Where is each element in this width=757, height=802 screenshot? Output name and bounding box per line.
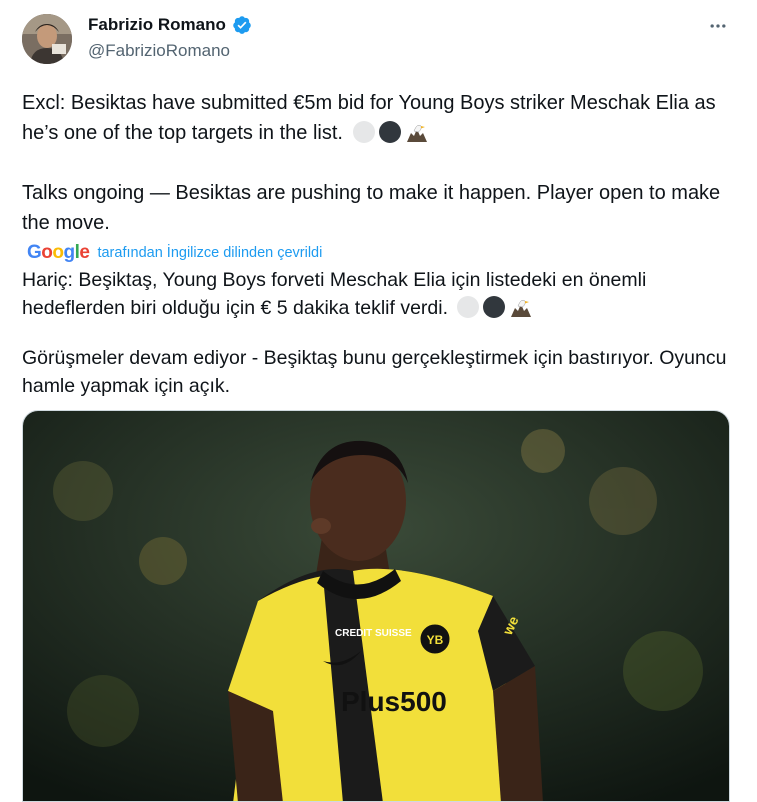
translated-text-line1: Hariç: Beşiktaş, Young Boys forveti Mesc… [22, 266, 737, 326]
emoji-group-translated [457, 296, 533, 326]
white-circle-icon [457, 296, 480, 318]
tweet-text-line2: Talks ongoing — Besiktas are pushing to … [22, 182, 721, 234]
author-avatar[interactable] [22, 14, 72, 64]
author-name-row: Fabrizio Romano [88, 15, 252, 35]
player-photo: YB CREDIT SUISSE Plus500 we [23, 411, 729, 801]
tweet-media-image[interactable]: YB CREDIT SUISSE Plus500 we [22, 410, 730, 802]
badge-text: YB [427, 633, 444, 647]
eagle-icon [511, 299, 532, 317]
author-name[interactable]: Fabrizio Romano [88, 15, 226, 35]
verified-badge-icon [233, 16, 251, 34]
black-circle-icon [378, 121, 401, 143]
translated-text-1: Hariç: Beşiktaş, Young Boys forveti Mesc… [22, 269, 647, 319]
google-logo: Google [27, 242, 90, 263]
author-handle[interactable]: @FabrizioRomano [88, 41, 230, 61]
more-options-button[interactable] [700, 12, 736, 40]
avatar-photo-icon [22, 14, 72, 64]
more-options-icon [710, 24, 726, 28]
eagle-icon [406, 124, 427, 142]
emoji-group [352, 121, 429, 152]
black-circle-icon [483, 296, 506, 318]
tweet-text-line1: Excl: Besiktas have submitted €5m bid fo… [22, 88, 737, 152]
translation-attribution[interactable]: Google tarafından İngilizce dilinden çev… [27, 242, 322, 264]
translation-attribution-text[interactable]: tarafından İngilizce dilinden çevrildi [97, 245, 322, 261]
translated-text-line2: Görüşmeler devam ediyor - Beşiktaş bunu … [22, 347, 727, 397]
white-circle-icon [352, 121, 375, 143]
chest-sponsor: CREDIT SUISSE [335, 628, 412, 639]
main-sponsor: Plus500 [341, 686, 447, 717]
tweet: Fabrizio Romano @FabrizioRomano Excl: Be… [0, 0, 757, 802]
